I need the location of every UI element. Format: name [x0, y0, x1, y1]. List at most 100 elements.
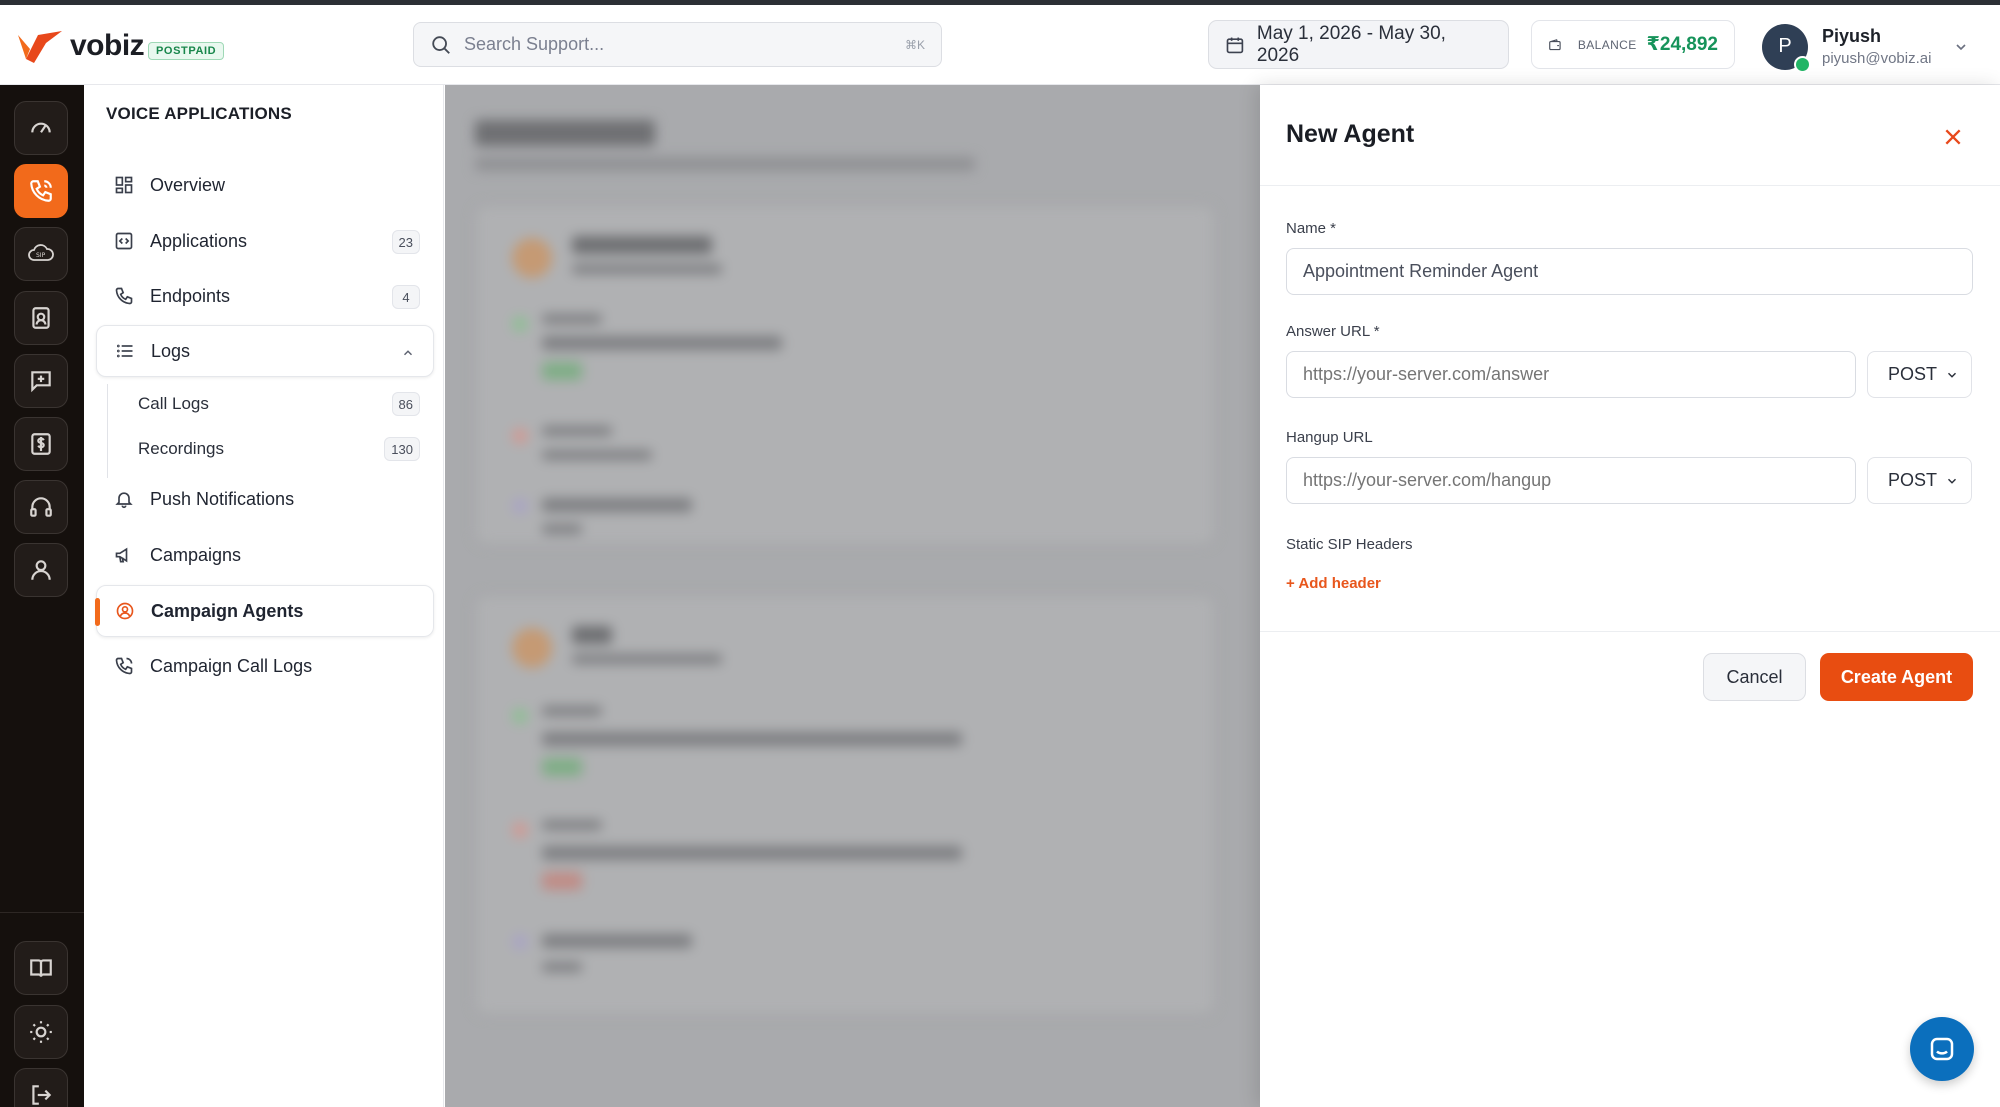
- count-badge: 4: [392, 285, 420, 309]
- sidebar-subitem-label: Recordings: [138, 439, 224, 458]
- answer-method-select[interactable]: POST: [1867, 351, 1972, 398]
- name-label: Name *: [1286, 220, 1337, 237]
- vobiz-logo-icon: [18, 31, 62, 63]
- rail-messaging[interactable]: [14, 354, 68, 408]
- sidebar-item-overview[interactable]: Overview: [96, 159, 434, 211]
- sidebar-item-campaigns[interactable]: Campaigns: [96, 529, 434, 581]
- rail-logout[interactable]: [14, 1068, 68, 1107]
- cancel-button[interactable]: Cancel: [1703, 653, 1806, 701]
- hangup-method-select[interactable]: POST: [1867, 457, 1972, 504]
- support-search[interactable]: ⌘K: [413, 22, 942, 67]
- drawer-title: New Agent: [1286, 120, 1415, 148]
- answer-method-value: POST: [1888, 364, 1938, 384]
- chevron-up-icon[interactable]: [401, 346, 415, 360]
- chevron-down-icon[interactable]: [1953, 39, 1969, 55]
- message-plus-icon: [31, 371, 51, 393]
- sidebar-item-endpoints[interactable]: Endpoints 4: [96, 270, 434, 322]
- sidebar: VOICE APPLICATIONS Overview Applications…: [84, 85, 444, 1107]
- user-name: Piyush: [1822, 26, 1882, 46]
- blurred-page-content: [445, 85, 1260, 1107]
- hangup-url-label: Hangup URL: [1286, 429, 1373, 446]
- rail-support[interactable]: [14, 480, 68, 534]
- phone-icon: [30, 180, 52, 202]
- sidebar-item-push-notifications[interactable]: Push Notifications: [96, 473, 434, 525]
- drawer-header: New Agent: [1260, 85, 2000, 186]
- rail-billing[interactable]: [14, 417, 68, 471]
- sidebar-subitem-call-logs[interactable]: Call Logs 86: [110, 384, 424, 424]
- headset-icon: [30, 497, 52, 517]
- rail-docs[interactable]: [14, 941, 68, 995]
- user-icon: [31, 560, 51, 580]
- name-input[interactable]: [1286, 248, 1973, 295]
- search-shortcut: ⌘K: [904, 37, 925, 52]
- calendar-icon: [1226, 37, 1244, 53]
- chat-icon: [1930, 1037, 1954, 1061]
- add-header-link[interactable]: + Add header: [1286, 575, 1381, 592]
- sidebar-item-label: Logs: [151, 340, 191, 361]
- sidebar-item-label: Campaign Call Logs: [150, 655, 313, 676]
- sip-cloud-icon: SIP: [28, 244, 54, 261]
- wallet-icon: [1549, 38, 1561, 50]
- phone-icon: [115, 287, 133, 305]
- hangup-method-value: POST: [1888, 470, 1938, 490]
- sidebar-item-label: Applications: [150, 230, 248, 251]
- rail-dashboard[interactable]: [14, 101, 68, 155]
- count-badge: 86: [391, 392, 420, 416]
- brand-logo[interactable]: vobiz: [16, 29, 145, 63]
- answer-url-input[interactable]: [1286, 351, 1856, 398]
- grid-icon: [115, 176, 133, 194]
- sidebar-item-applications[interactable]: Applications 23: [96, 215, 434, 267]
- close-button[interactable]: [1937, 121, 1969, 153]
- search-input[interactable]: [464, 34, 905, 55]
- online-status-icon: [1794, 55, 1811, 73]
- create-agent-button[interactable]: Create Agent: [1820, 653, 1973, 701]
- sidebar-item-label: Campaigns: [150, 544, 242, 565]
- balance-amount: ₹24,892: [1646, 34, 1718, 55]
- sidebar-item-label: Push Notifications: [150, 488, 295, 509]
- bell-icon: [115, 492, 133, 509]
- rail-divider: [0, 912, 84, 913]
- modal-backdrop[interactable]: [445, 85, 1260, 1107]
- blurred-card: [475, 205, 1215, 545]
- rail-theme[interactable]: [14, 1005, 68, 1059]
- rail-sip[interactable]: SIP: [14, 227, 68, 281]
- balance-widget[interactable]: BALANCE ₹24,892: [1531, 20, 1735, 69]
- answer-url-label: Answer URL *: [1286, 323, 1380, 340]
- user-menu[interactable]: P Piyush piyush@vobiz.ai: [1762, 19, 1982, 74]
- brand-name: vobiz: [70, 29, 145, 62]
- sidebar-subitem-recordings[interactable]: Recordings 130: [110, 429, 424, 469]
- blurred-heading: [475, 120, 655, 146]
- close-icon: [1945, 129, 1961, 145]
- avatar: P: [1762, 23, 1811, 73]
- rail-voice[interactable]: [14, 164, 68, 218]
- drawer-divider: [1260, 631, 2000, 632]
- blurred-card: [475, 595, 1215, 1015]
- icon-rail: SIP: [0, 85, 84, 1107]
- book-icon: [30, 959, 52, 977]
- submenu-guide-line: [107, 384, 108, 478]
- sidebar-item-campaign-agents[interactable]: Campaign Agents: [95, 585, 434, 637]
- logout-icon: [32, 1085, 52, 1105]
- chat-launcher[interactable]: [1910, 1017, 1974, 1081]
- top-header: vobiz POSTPAID ⌘K May 1, 2026 - May 30, …: [0, 5, 2000, 85]
- phone-call-icon: [115, 657, 133, 675]
- dashboard-icon: [31, 122, 51, 133]
- sip-headers-label: Static SIP Headers: [1286, 536, 1413, 553]
- rail-contacts[interactable]: [14, 291, 68, 345]
- sidebar-item-logs[interactable]: Logs: [96, 325, 434, 377]
- contact-badge-icon: [32, 307, 50, 329]
- new-agent-drawer: New Agent Name * Answer URL * POST Hangu…: [1260, 85, 2000, 1107]
- billing-icon: [31, 433, 51, 455]
- list-icon: [117, 344, 133, 358]
- sun-icon: [30, 1021, 52, 1043]
- blurred-subheading: [475, 157, 975, 171]
- rail-account[interactable]: [14, 543, 68, 597]
- sidebar-item-campaign-call-logs[interactable]: Campaign Call Logs: [96, 640, 434, 692]
- count-badge: 130: [384, 437, 420, 461]
- sidebar-item-label: Campaign Agents: [151, 600, 304, 621]
- user-circle-icon: [116, 602, 134, 620]
- megaphone-icon: [115, 547, 128, 563]
- balance-label: BALANCE: [1577, 37, 1637, 52]
- hangup-url-input[interactable]: [1286, 457, 1856, 504]
- date-range-picker[interactable]: May 1, 2026 - May 30, 2026: [1208, 20, 1509, 69]
